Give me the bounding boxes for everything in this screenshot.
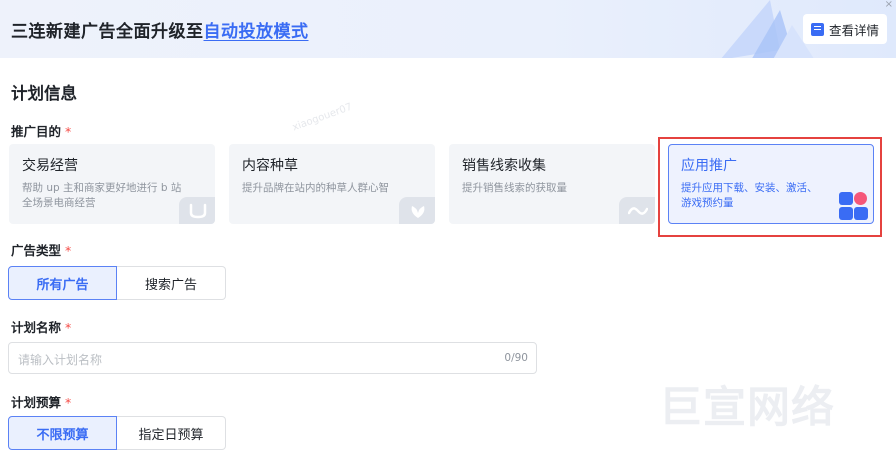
section-title: 计划信息: [11, 84, 77, 103]
goal-card-title: 内容种草: [242, 158, 298, 174]
budget-label-text: 计划预算: [11, 395, 62, 410]
view-details-button[interactable]: 查看详情: [803, 14, 887, 44]
goal-card-content[interactable]: 内容种草 提升品牌在站内的种草人群心智: [229, 144, 435, 224]
wave-icon: [619, 197, 655, 224]
goal-card-desc: 提升销售线索的获取量: [462, 182, 567, 194]
ad-type-label-text: 广告类型: [11, 243, 62, 258]
watermark-logo: 巨宣网络: [659, 383, 835, 433]
app-grid-icon: [837, 191, 871, 221]
faint-watermark: xiaogouer07: [291, 101, 354, 134]
goal-card-app[interactable]: 应用推广 提升应用下载、安装、激活、游戏预约量: [668, 144, 874, 224]
promotion-goal-label: 推广目的 *: [11, 121, 71, 140]
plan-name-label: 计划名称 *: [11, 317, 71, 336]
goal-card-title: 应用推广: [681, 158, 737, 174]
goal-card-desc: 帮助 up 主和商家更好地进行 b 站全场景电商经营: [22, 182, 182, 209]
banner-decoration-graphic: [721, 0, 814, 58]
budget-selector: 不限预算 指定日预算: [8, 416, 226, 450]
bag-icon: [179, 197, 215, 224]
plan-name-label-text: 计划名称: [11, 320, 62, 335]
view-details-label: 查看详情: [828, 22, 879, 38]
goal-card-desc: 提升品牌在站内的种草人群心智: [242, 182, 389, 194]
document-icon: [810, 22, 824, 36]
ad-type-all-option[interactable]: 所有广告: [8, 266, 117, 300]
budget-unlimited-option[interactable]: 不限预算: [8, 416, 117, 450]
required-mark: *: [65, 320, 72, 335]
required-mark: *: [65, 124, 72, 139]
char-counter: 0/90: [504, 352, 528, 364]
goal-card-leads[interactable]: 销售线索收集 提升销售线索的获取量: [449, 144, 655, 224]
ad-type-search-option[interactable]: 搜索广告: [117, 266, 226, 300]
goal-card-trade[interactable]: 交易经营 帮助 up 主和商家更好地进行 b 站全场景电商经营: [9, 144, 215, 224]
budget-daily-option[interactable]: 指定日预算: [117, 416, 226, 450]
ad-type-label: 广告类型 *: [11, 240, 71, 259]
plan-name-input[interactable]: 请输入计划名称 0/90: [8, 342, 537, 374]
banner-title: 三连新建广告全面升级至自动投放模式: [11, 17, 309, 42]
required-mark: *: [65, 243, 72, 258]
goal-card-desc: 提升应用下载、安装、激活、游戏预约量: [681, 182, 818, 209]
goal-card-title: 销售线索收集: [462, 158, 546, 174]
leaf-icon: [399, 197, 435, 224]
required-mark: *: [65, 395, 72, 410]
budget-label: 计划预算 *: [11, 392, 71, 411]
auto-mode-link[interactable]: 自动投放模式: [204, 22, 309, 42]
ad-type-selector: 所有广告 搜索广告: [8, 266, 226, 300]
plan-name-placeholder: 请输入计划名称: [18, 353, 103, 367]
close-icon[interactable]: ×: [885, 0, 893, 10]
promo-banner: 三连新建广告全面升级至自动投放模式 查看详情 ×: [0, 0, 896, 58]
goal-card-title: 交易经营: [22, 158, 78, 174]
promotion-goal-label-text: 推广目的: [11, 124, 62, 139]
banner-title-prefix: 三连新建广告全面升级至: [11, 22, 204, 42]
